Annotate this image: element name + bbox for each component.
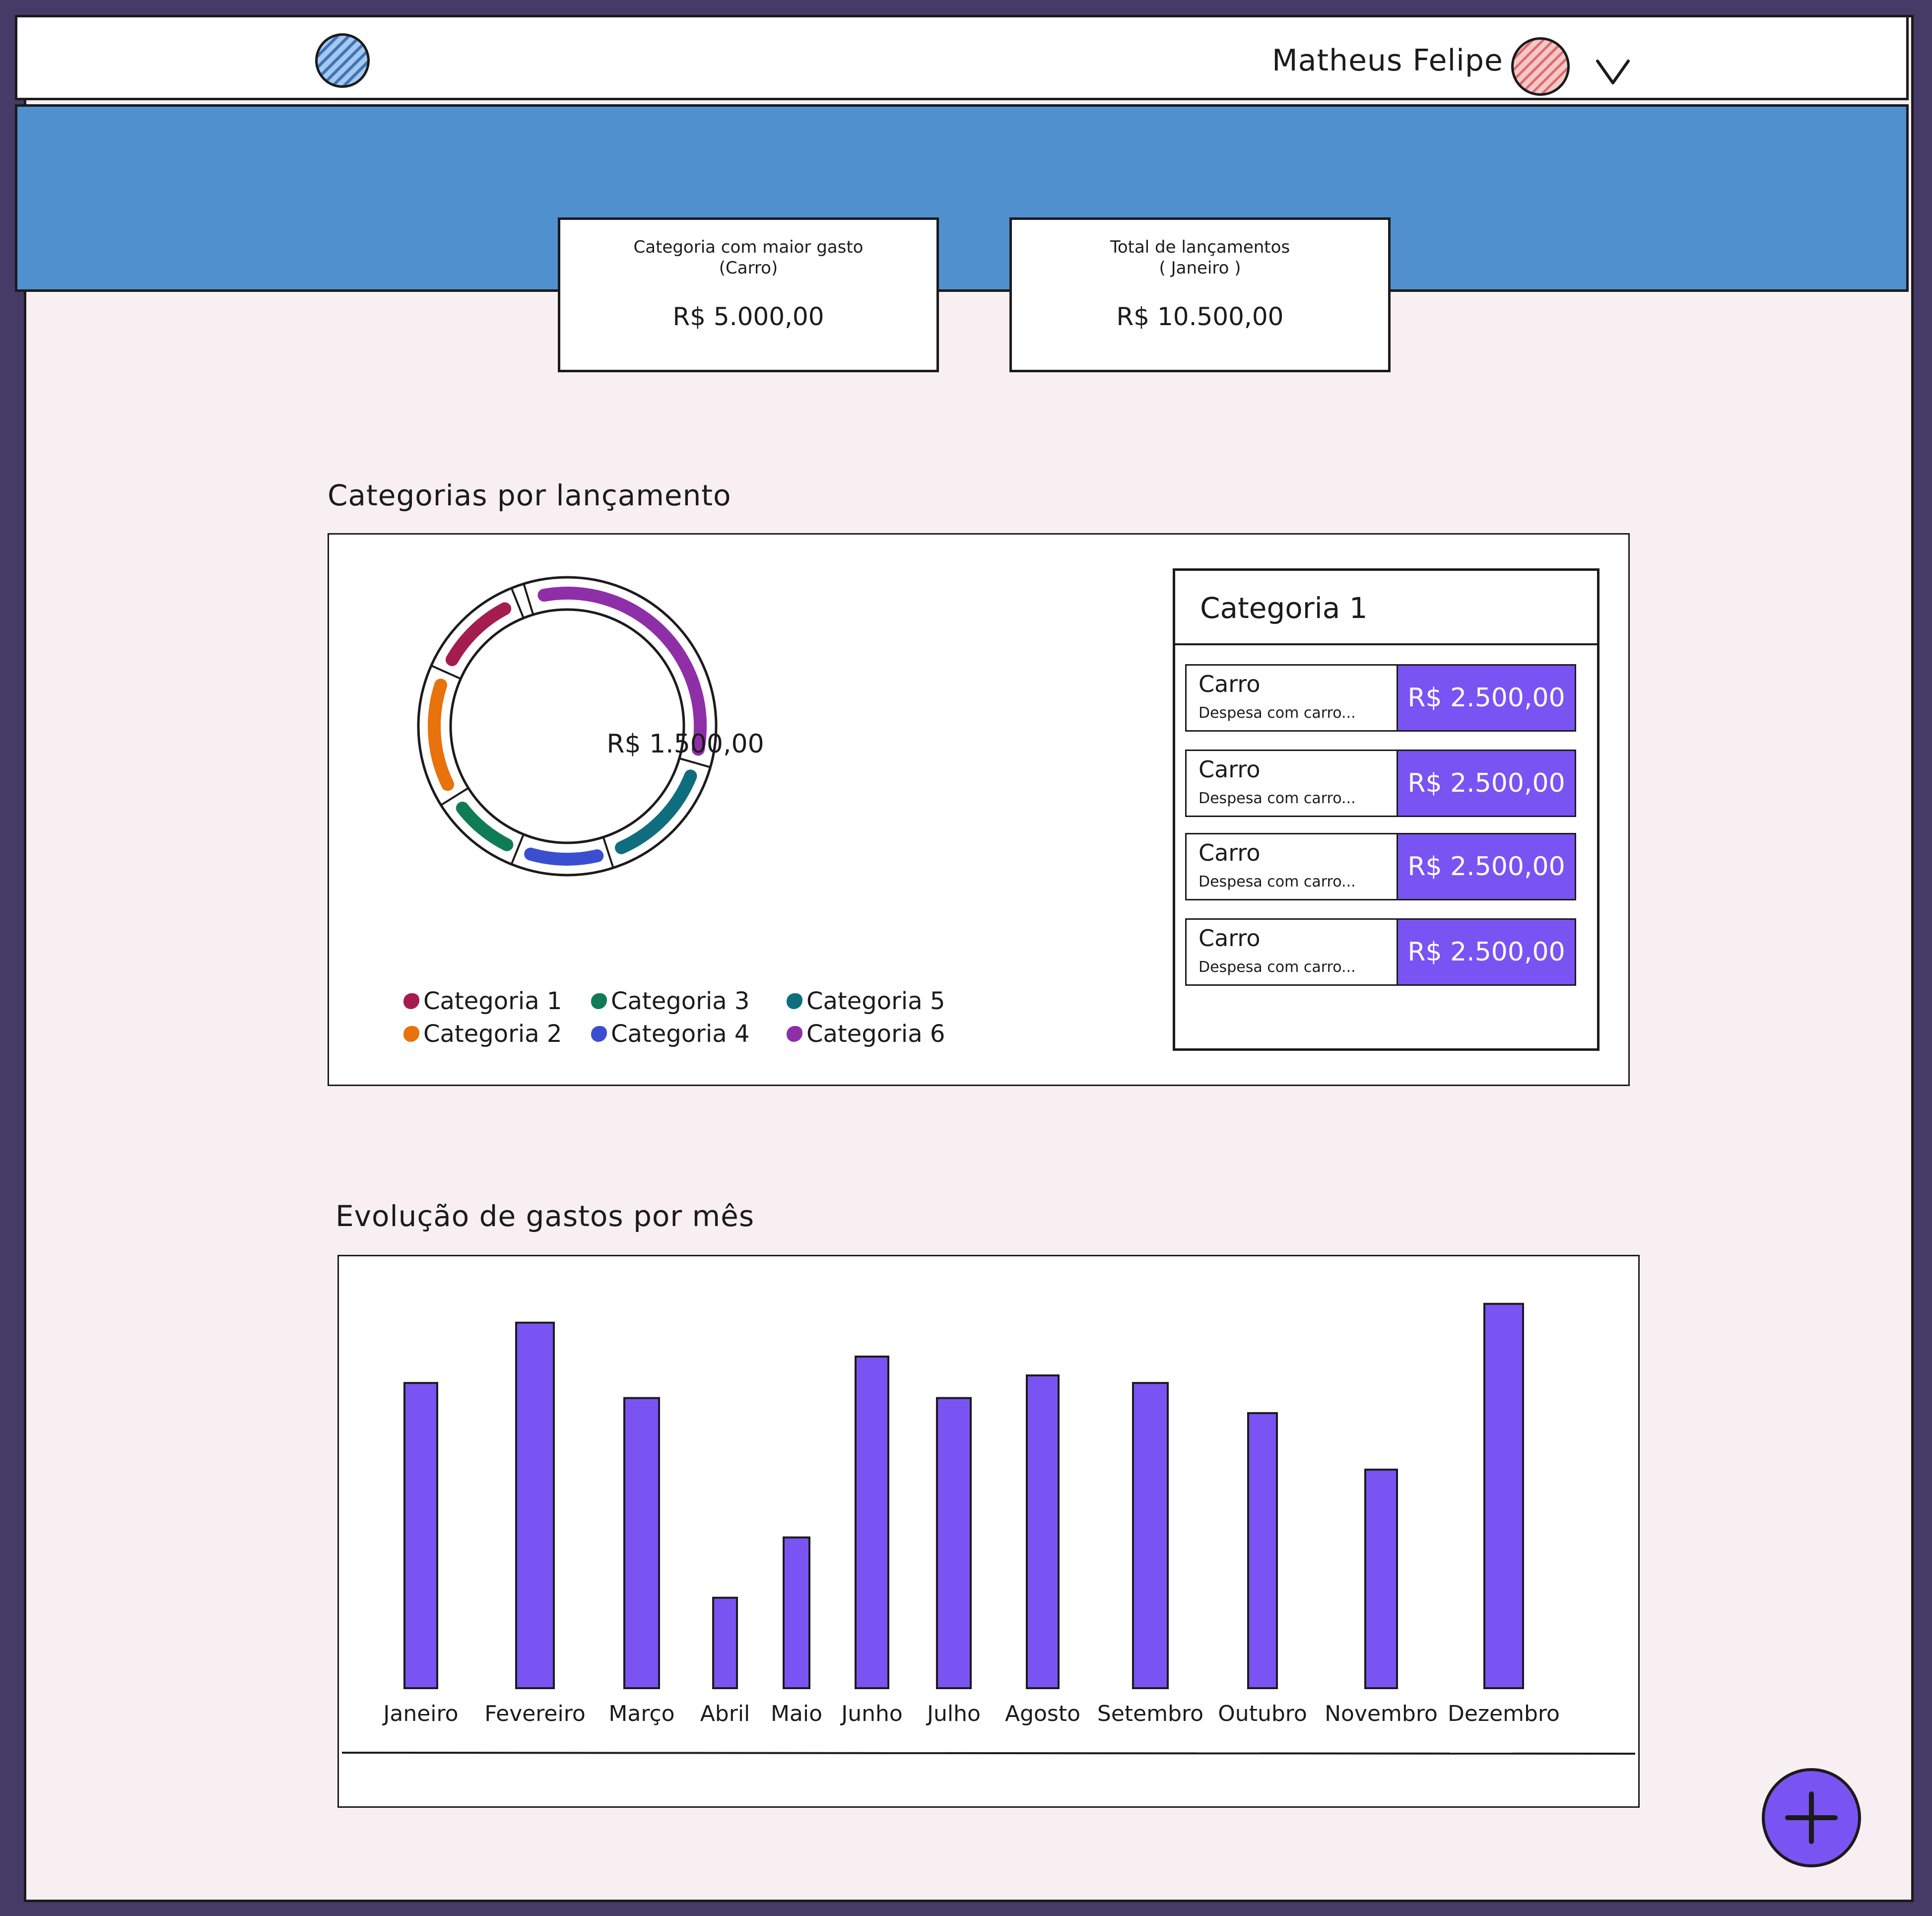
legend-item[interactable]: Categoria 4 <box>591 1020 749 1048</box>
entry-name: Carro <box>1199 756 1261 783</box>
x-tick-label: Agosto <box>1005 1701 1080 1726</box>
x-tick-label: Fevereiro <box>484 1701 586 1726</box>
chevron-down-icon[interactable] <box>1596 57 1630 87</box>
bar-fevereiro <box>515 1321 555 1689</box>
plus-icon <box>1785 1791 1838 1844</box>
legend-swatch <box>591 993 607 1009</box>
bar-chart-panel: Janeiro Fevereiro Março Abril Maio Junho Julho… <box>337 1255 1640 1808</box>
entry-description: Despesa com carro... <box>1199 704 1356 722</box>
x-tick-label: Abril <box>700 1701 750 1726</box>
stat-card-title: Total de lançamentos ( Janeiro ) <box>1110 237 1290 278</box>
donut-center-value: R$ 1.500,00 <box>606 729 764 759</box>
stat-card-title: Categoria com maior gasto (Carro) <box>633 237 864 278</box>
section-title-categories: Categorias por lançamento <box>328 479 732 512</box>
legend-swatch <box>787 993 802 1009</box>
legend-item[interactable]: Categoria 3 <box>591 987 749 1015</box>
x-tick-label: Maio <box>771 1701 822 1726</box>
section-title-evolution: Evolução de gastos por mês <box>335 1199 755 1233</box>
stat-card-total-entries: Total de lançamentos ( Janeiro ) R$ 10.5… <box>1009 217 1391 372</box>
donut-legend: Categoria 1 Categoria 2 Categoria 3 Cate… <box>403 987 1049 1067</box>
bar-chart: Janeiro Fevereiro Março Abril Maio Junho Julho… <box>341 1302 1636 1755</box>
bar-abril <box>712 1596 738 1689</box>
bar-novembro <box>1364 1468 1398 1689</box>
category-detail-title: Categoria 1 <box>1175 571 1597 645</box>
legend-swatch <box>787 1026 802 1042</box>
bar-março <box>623 1397 660 1689</box>
entry-amount: R$ 2.500,00 <box>1397 750 1576 817</box>
legend-swatch <box>591 1026 607 1042</box>
entry-description: Despesa com carro... <box>1199 958 1356 976</box>
x-tick-label: Março <box>608 1701 674 1726</box>
entry-description: Despesa com carro... <box>1199 873 1356 890</box>
header-banner <box>15 104 1909 292</box>
entry-amount: R$ 2.500,00 <box>1397 833 1576 900</box>
bar-junho <box>855 1356 889 1689</box>
bar-agosto <box>1026 1374 1060 1690</box>
bar-janeiro <box>403 1382 438 1690</box>
x-tick-label: Julho <box>926 1701 981 1726</box>
list-item[interactable]: Carro Despesa com carro... R$ 2.500,00 <box>1185 833 1576 900</box>
entry-amount: R$ 2.500,00 <box>1397 918 1576 986</box>
entry-name: Carro <box>1199 839 1261 866</box>
list-item[interactable]: Carro Despesa com carro... R$ 2.500,00 <box>1185 918 1576 986</box>
stat-card-top-category: Categoria com maior gasto (Carro) R$ 5.0… <box>558 217 939 372</box>
stat-card-value: R$ 10.500,00 <box>1116 302 1284 331</box>
entry-name: Carro <box>1199 925 1261 952</box>
add-entry-button[interactable] <box>1762 1768 1861 1867</box>
legend-swatch <box>403 993 419 1009</box>
user-name: Matheus Felipe <box>1272 43 1503 78</box>
legend-item[interactable]: Categoria 1 <box>403 987 562 1015</box>
x-tick-label: Janeiro <box>382 1701 458 1726</box>
list-item[interactable]: Carro Despesa com carro... R$ 2.500,00 <box>1185 664 1576 732</box>
bar-outubro <box>1247 1412 1278 1689</box>
donut-inner-ring <box>449 608 685 844</box>
x-tick-label: Junho <box>840 1701 903 1726</box>
x-tick-label: Setembro <box>1097 1701 1203 1726</box>
legend-item[interactable]: Categoria 2 <box>403 1020 562 1048</box>
bar-julho <box>936 1397 972 1689</box>
donut-segment-4 <box>524 847 604 866</box>
categories-panel: R$ 1.500,00 Categoria 1 Categoria 2 Cate… <box>328 533 1630 1086</box>
entry-description: Despesa com carro... <box>1199 790 1356 807</box>
legend-swatch <box>403 1026 419 1042</box>
stat-card-value: R$ 5.000,00 <box>672 302 824 331</box>
x-tick-label: Outubro <box>1218 1701 1307 1726</box>
list-item[interactable]: Carro Despesa com carro... R$ 2.500,00 <box>1185 750 1576 817</box>
bar-maio <box>783 1536 810 1689</box>
logo-circle-icon[interactable] <box>315 33 370 88</box>
entry-name: Carro <box>1199 671 1261 697</box>
x-tick-label: Dezembro <box>1448 1701 1560 1726</box>
legend-item[interactable]: Categoria 5 <box>787 987 945 1015</box>
donut-chart <box>417 576 718 877</box>
x-tick-label: Novembro <box>1325 1701 1438 1726</box>
bar-dezembro <box>1483 1302 1524 1689</box>
category-detail-list: Categoria 1 Carro Despesa com carro... R… <box>1173 568 1599 1051</box>
x-axis-line <box>341 1752 1636 1755</box>
avatar-circle-icon[interactable] <box>1511 37 1570 96</box>
bar-setembro <box>1132 1382 1169 1690</box>
entry-amount: R$ 2.500,00 <box>1397 664 1576 732</box>
legend-item[interactable]: Categoria 6 <box>787 1020 945 1048</box>
top-bar: Matheus Felipe <box>15 15 1909 100</box>
